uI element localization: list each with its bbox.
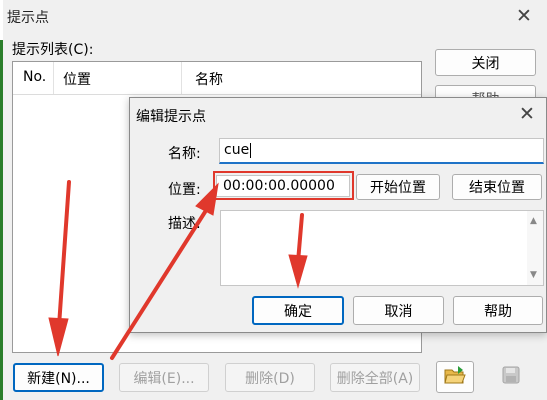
name-label: 名称: [168,146,201,162]
column-header-no[interactable]: No. [23,69,46,85]
help-button[interactable]: 帮助 [453,296,543,325]
scroll-down-icon[interactable]: ▼ [530,270,537,280]
folder-open-icon [443,364,467,390]
end-position-button[interactable]: 结束位置 [452,174,542,200]
new-cue-button[interactable]: 新建(N)... [13,363,104,392]
position-highlight-box [213,171,354,200]
save-disk-icon [501,365,521,389]
position-label: 位置: [168,182,201,198]
description-scrollbar[interactable]: ▲ ▼ [527,211,543,285]
delete-cue-button[interactable]: 删除(D) [225,363,315,392]
edit-cue-button[interactable]: 编辑(E)... [119,363,209,392]
window-title: 提示点 [7,10,49,26]
column-header-name[interactable]: 名称 [195,69,223,89]
column-header-position[interactable]: 位置 [63,69,91,89]
text-caret [250,142,252,158]
ok-button[interactable]: 确定 [252,296,344,325]
name-field[interactable]: cue [219,138,544,164]
description-field[interactable]: ▲ ▼ [220,210,544,286]
cue-list-header: No. 位置 名称 [13,62,421,95]
dialog-title: 编辑提示点 [136,109,206,125]
description-label: 描述: [168,216,201,232]
column-divider [53,62,54,94]
save-button[interactable] [493,361,529,393]
name-field-value: cue [224,142,250,158]
cue-list-label: 提示列表(C): [12,42,94,58]
delete-all-button[interactable]: 删除全部(A) [330,363,420,392]
scroll-up-icon[interactable]: ▲ [530,216,537,226]
edit-cue-dialog: 编辑提示点 ✕ 名称: cue 位置: 00:00:00.00000 开始位置 … [129,97,547,333]
cancel-button[interactable]: 取消 [353,296,444,325]
open-button[interactable] [436,361,474,393]
start-position-button[interactable]: 开始位置 [356,174,440,200]
dialog-close-icon[interactable]: ✕ [516,102,538,126]
close-button[interactable]: 关闭 [435,49,536,76]
column-divider [181,62,182,94]
window-close-icon[interactable]: ✕ [513,4,535,28]
